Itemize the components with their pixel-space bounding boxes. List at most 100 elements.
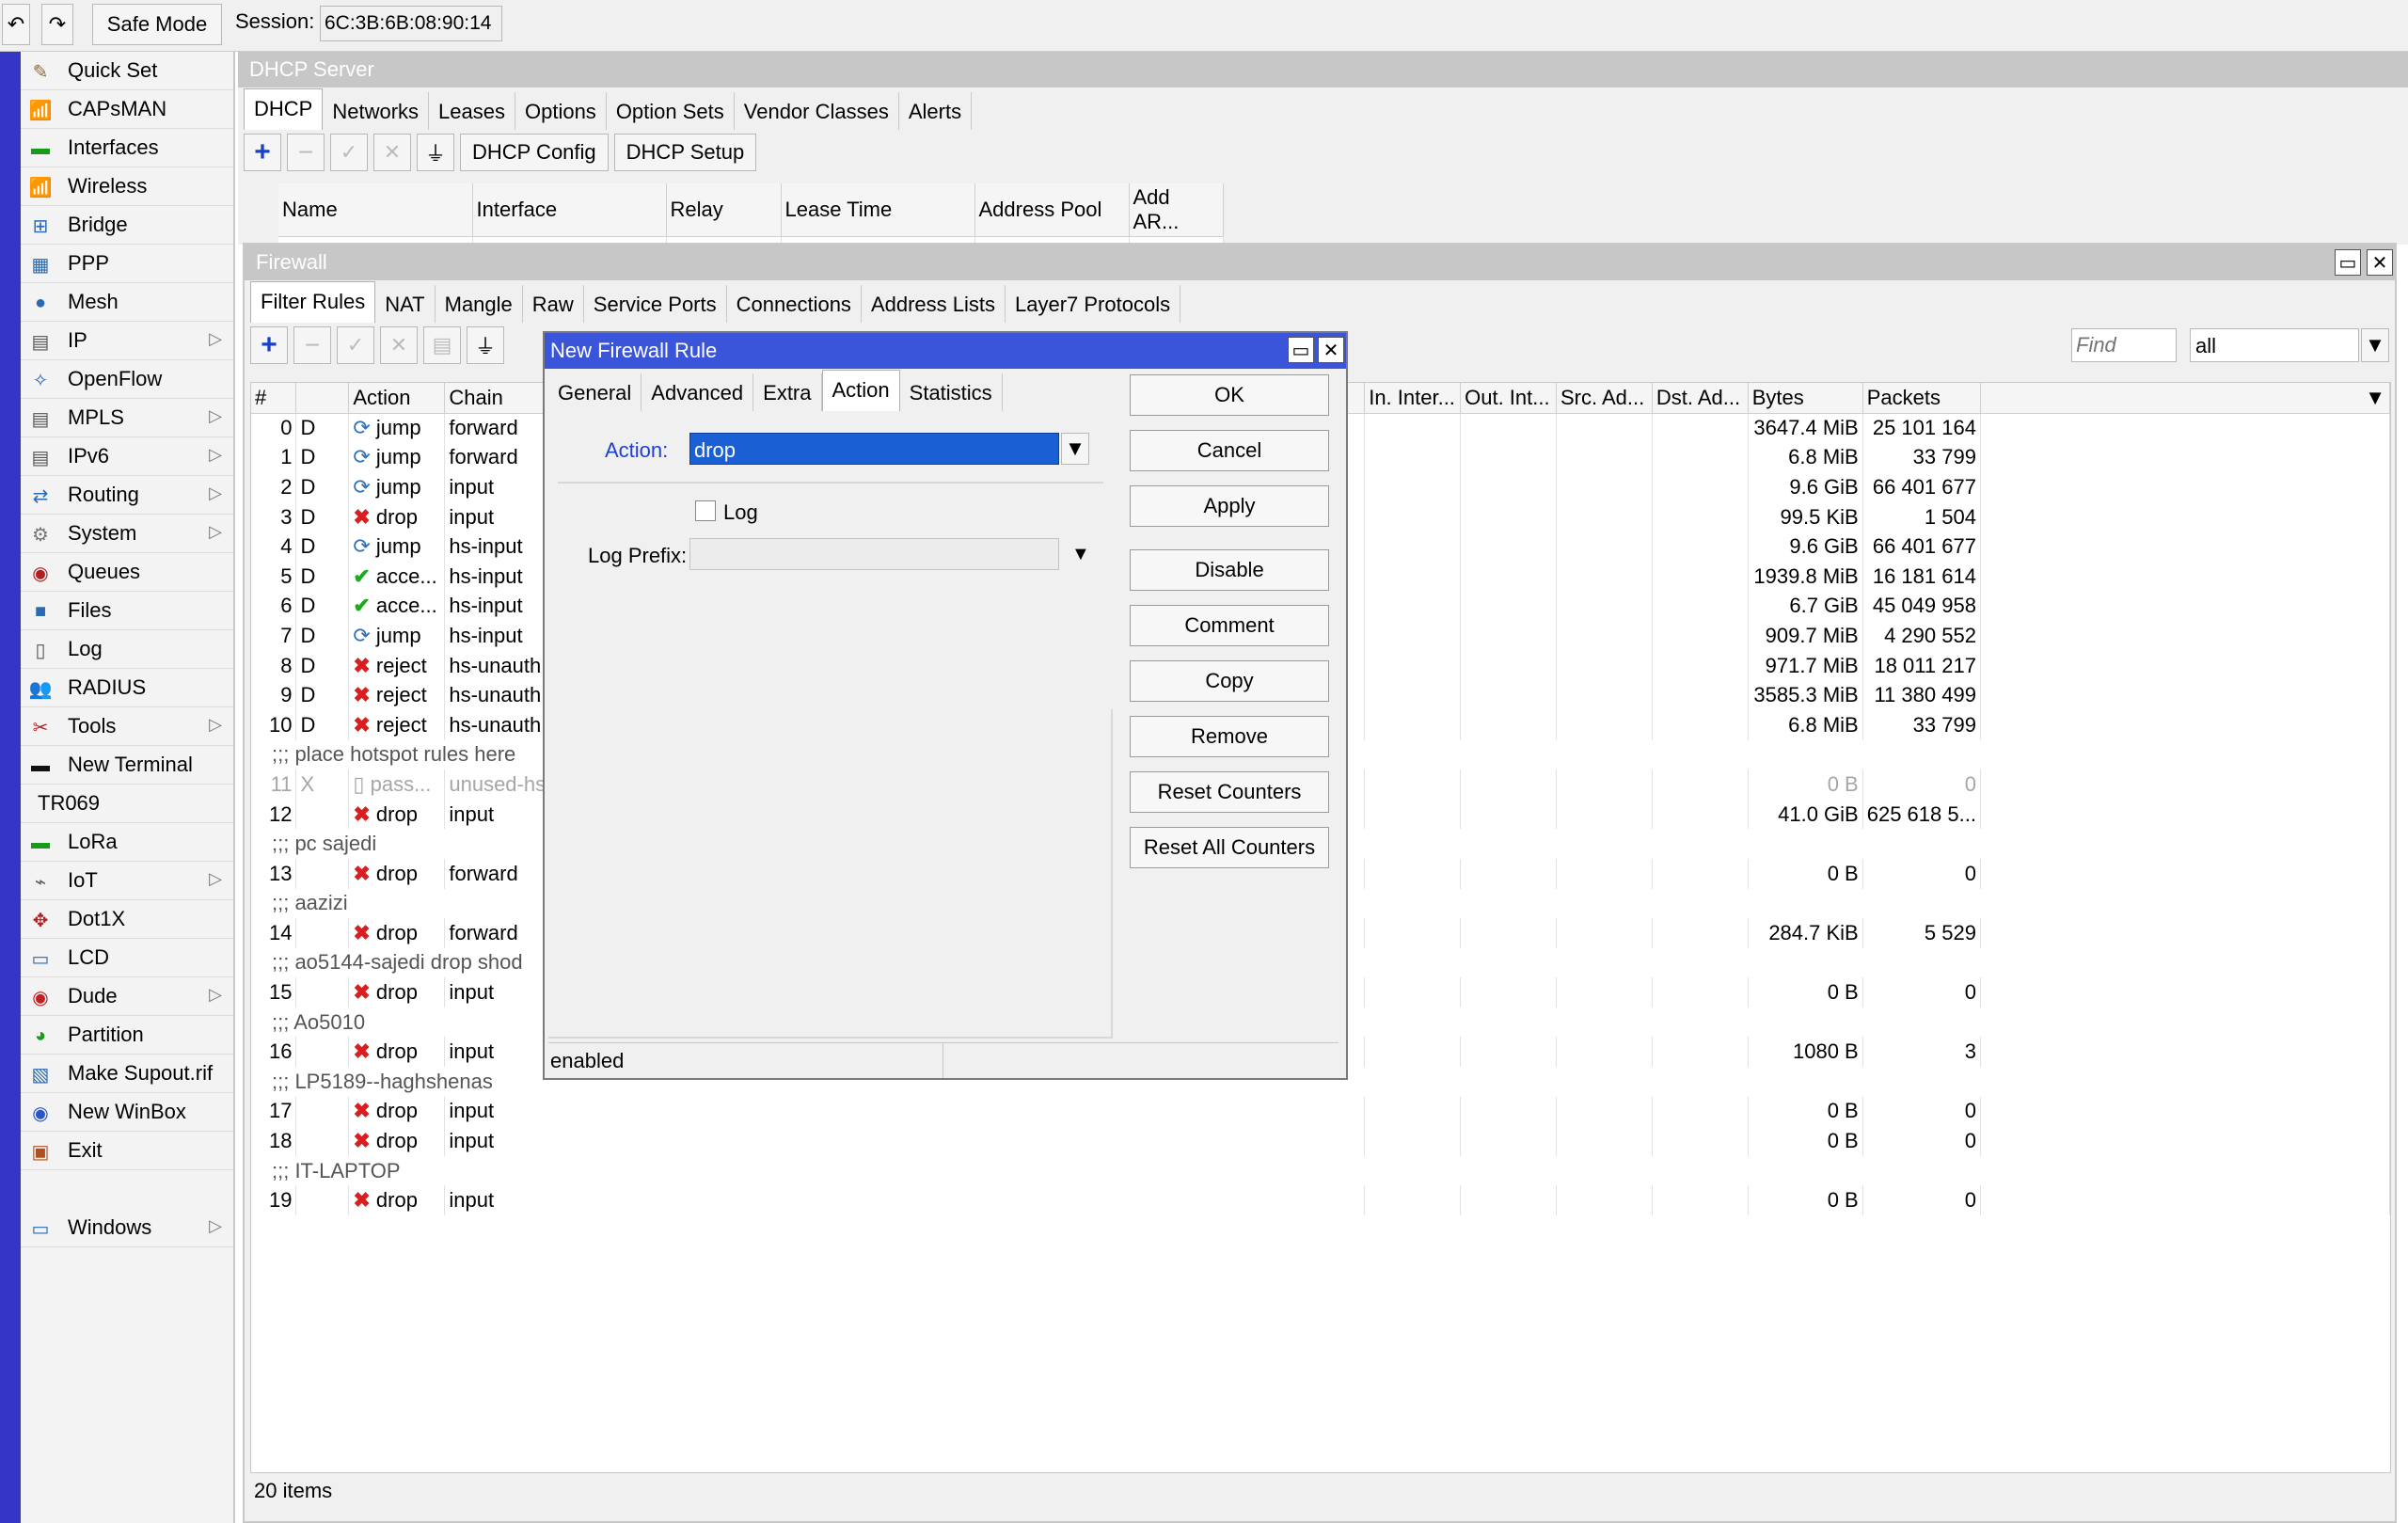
ok-button[interactable]: OK — [1130, 374, 1329, 416]
redo-icon[interactable]: ↷ — [41, 4, 73, 45]
disable-button[interactable]: Disable — [1130, 549, 1329, 591]
add-icon[interactable]: + — [250, 326, 288, 364]
col-in-interface[interactable]: In. Inter... — [1364, 383, 1462, 414]
tab-options[interactable]: Options — [515, 92, 607, 130]
tab-filter-rules[interactable]: Filter Rules — [250, 281, 376, 323]
sidebar-item-queues[interactable]: ◉ Queues — [21, 553, 233, 592]
sidebar-item-files[interactable]: ■ Files — [21, 592, 233, 630]
cancel-button[interactable]: Cancel — [1130, 430, 1329, 471]
sidebar-item-windows[interactable]: ▭ Windows ▷ — [21, 1209, 233, 1247]
copy-button[interactable]: Copy — [1130, 660, 1329, 702]
tab-mangle[interactable]: Mangle — [436, 285, 523, 323]
tab-general[interactable]: General — [548, 373, 642, 411]
maximize-icon[interactable]: ▭ — [2335, 249, 2361, 276]
sidebar-item-lora[interactable]: ▬ LoRa — [21, 823, 233, 862]
col-action[interactable]: Action — [348, 383, 446, 414]
sidebar-item-lcd[interactable]: ▭ LCD — [21, 939, 233, 977]
sidebar-item-tools[interactable]: ✂ Tools ▷ — [21, 707, 233, 746]
col-bytes[interactable]: Bytes — [1748, 383, 1863, 414]
maximize-icon[interactable]: ▭ — [1288, 337, 1314, 363]
comment-row[interactable]: ;;; IT-LAPTOP — [251, 1155, 2390, 1186]
sidebar-item-mesh[interactable]: ● Mesh — [21, 283, 233, 322]
col-packets[interactable]: Packets — [1862, 383, 1981, 414]
col-add-arp[interactable]: Add AR... — [1129, 183, 1224, 237]
table-row[interactable]: 17 ✖ drop input 0 B0 — [251, 1096, 2390, 1127]
find-input[interactable] — [2071, 328, 2177, 362]
sidebar-item-new-terminal[interactable]: ▬ New Terminal — [21, 746, 233, 785]
tab-alerts[interactable]: Alerts — [899, 92, 973, 130]
col-address-pool[interactable]: Address Pool — [974, 183, 1130, 237]
tab-service-ports[interactable]: Service Ports — [584, 285, 727, 323]
tab-action[interactable]: Action — [821, 370, 900, 411]
sidebar-item-wireless[interactable]: 📶 Wireless — [21, 167, 233, 206]
tab-option-sets[interactable]: Option Sets — [607, 92, 735, 130]
table-row[interactable]: 19 ✖ drop input 0 B0 — [251, 1185, 2390, 1216]
dhcp-config-button[interactable]: DHCP Config — [460, 134, 609, 171]
col-src-address[interactable]: Src. Ad... — [1556, 383, 1653, 414]
tab-dhcp[interactable]: DHCP — [244, 88, 324, 130]
col-flags[interactable] — [295, 383, 350, 414]
sidebar-item-partition[interactable]: ◕ Partition — [21, 1016, 233, 1055]
sidebar-item-exit[interactable]: ▣ Exit — [21, 1132, 233, 1170]
sidebar-item-bridge[interactable]: ⊞ Bridge — [21, 206, 233, 245]
reset-counters-button[interactable]: Reset Counters — [1130, 771, 1329, 813]
sidebar-item-radius[interactable]: 👥 RADIUS — [21, 669, 233, 707]
filter-icon[interactable]: ⏚ — [467, 326, 504, 364]
sidebar-item-ip[interactable]: ▤ IP ▷ — [21, 322, 233, 360]
sidebar-item-capsman[interactable]: 📶 CAPsMAN — [21, 90, 233, 129]
disable-icon[interactable]: ✕ — [373, 134, 411, 171]
col-dst-address[interactable]: Dst. Ad... — [1652, 383, 1749, 414]
remove-icon[interactable]: − — [293, 326, 331, 364]
columns-dropdown-icon[interactable]: ▼ — [1980, 383, 2390, 414]
col-relay[interactable]: Relay — [666, 183, 782, 237]
sidebar-item-ipv6[interactable]: ▤ IPv6 ▷ — [21, 437, 233, 476]
remove-button[interactable]: Remove — [1130, 716, 1329, 757]
sidebar-item-iot[interactable]: ⌁ IoT ▷ — [21, 862, 233, 900]
sidebar-item-ppp[interactable]: ▦ PPP — [21, 245, 233, 283]
tab-address-lists[interactable]: Address Lists — [862, 285, 1006, 323]
safe-mode-button[interactable]: Safe Mode — [92, 4, 222, 45]
tab-vendor-classes[interactable]: Vendor Classes — [735, 92, 899, 130]
comment-button[interactable]: Comment — [1130, 605, 1329, 646]
tab-networks[interactable]: Networks — [323, 92, 430, 130]
sidebar-item-new-winbox[interactable]: ◉ New WinBox — [21, 1093, 233, 1132]
tab-raw[interactable]: Raw — [523, 285, 584, 323]
chevron-down-icon[interactable]: ▼ — [1061, 433, 1089, 465]
action-select[interactable]: drop — [689, 433, 1059, 465]
dhcp-setup-button[interactable]: DHCP Setup — [613, 134, 757, 171]
apply-button[interactable]: Apply — [1130, 485, 1329, 527]
chevron-down-icon[interactable]: ▼ — [2361, 328, 2389, 362]
tab-layer7-protocols[interactable]: Layer7 Protocols — [1006, 285, 1181, 323]
chevron-down-icon[interactable]: ▼ — [1071, 544, 1090, 565]
sidebar-item-dot1x[interactable]: ✥ Dot1X — [21, 900, 233, 939]
add-icon[interactable]: + — [244, 134, 281, 171]
enable-icon[interactable]: ✓ — [337, 326, 374, 364]
sidebar-item-mpls[interactable]: ▤ MPLS ▷ — [21, 399, 233, 437]
reset-all-counters-button[interactable]: Reset All Counters — [1130, 827, 1329, 868]
sidebar-item-dude[interactable]: ◉ Dude ▷ — [21, 977, 233, 1016]
col-out-interface[interactable]: Out. Int... — [1460, 383, 1557, 414]
sidebar-item-tr069[interactable]: TR069 — [21, 785, 233, 823]
tab-advanced[interactable]: Advanced — [642, 373, 754, 411]
sidebar-item-openflow[interactable]: ✧ OpenFlow — [21, 360, 233, 399]
col-num[interactable]: # — [251, 383, 297, 414]
log-prefix-input[interactable] — [689, 538, 1059, 570]
close-icon[interactable]: ✕ — [2367, 249, 2393, 276]
enable-icon[interactable]: ✓ — [330, 134, 368, 171]
log-checkbox[interactable] — [695, 500, 716, 521]
tab-leases[interactable]: Leases — [429, 92, 515, 130]
comment-icon[interactable]: ▤ — [423, 326, 461, 364]
sidebar-item-make-supout-rif[interactable]: ▧ Make Supout.rif — [21, 1055, 233, 1093]
filter-select[interactable]: all — [2190, 328, 2359, 362]
tab-statistics[interactable]: Statistics — [900, 373, 1003, 411]
tab-connections[interactable]: Connections — [727, 285, 862, 323]
filter-icon[interactable]: ⏚ — [417, 134, 454, 171]
remove-icon[interactable]: − — [287, 134, 325, 171]
sidebar-item-routing[interactable]: ⇄ Routing ▷ — [21, 476, 233, 515]
col-lease-time[interactable]: Lease Time — [781, 183, 975, 237]
tab-extra[interactable]: Extra — [753, 373, 822, 411]
sidebar-item-quick-set[interactable]: ✎ Quick Set — [21, 52, 233, 90]
tab-nat[interactable]: NAT — [375, 285, 436, 323]
sidebar-item-interfaces[interactable]: ▬ Interfaces — [21, 129, 233, 167]
disable-icon[interactable]: ✕ — [380, 326, 418, 364]
